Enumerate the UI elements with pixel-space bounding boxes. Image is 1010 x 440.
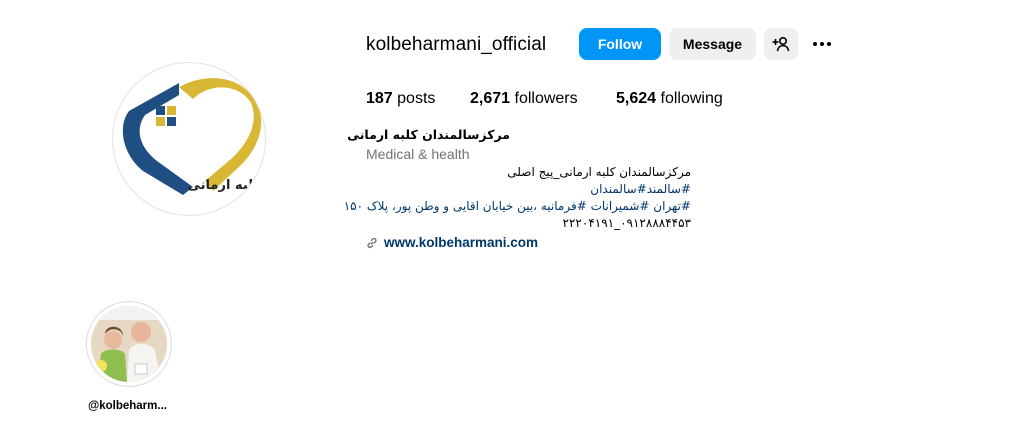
follow-button[interactable]: Follow xyxy=(579,28,661,60)
more-options-icon xyxy=(813,42,817,46)
logo-text: کلبه ارمانی xyxy=(188,178,262,193)
following-label: following xyxy=(660,90,723,107)
bio-address[interactable]: #تهران #شمیرانات #فرمانیه ،بین خیابان اق… xyxy=(344,198,691,215)
link-icon xyxy=(367,237,377,248)
more-options-button[interactable] xyxy=(808,30,836,58)
followers-label: followers xyxy=(514,90,578,107)
message-button[interactable]: Message xyxy=(669,28,756,60)
bio-phone: ۰۹۱۲۸۸۸۴۴۵۳_۲۲۲۰۴۱۹۱ xyxy=(562,216,691,230)
profile-full-name: مرکزسالمندان کلبه ارمانی xyxy=(347,127,510,142)
more-dot xyxy=(820,42,824,46)
elderly-care-photo-icon xyxy=(91,306,167,382)
profile-avatar[interactable]: کلبه ارمانی xyxy=(112,62,266,216)
following-stat[interactable]: 5,624 following xyxy=(616,89,723,109)
more-dot xyxy=(827,42,831,46)
posts-stat: 187 posts xyxy=(366,89,435,109)
highlight-label: @kolbeharm... xyxy=(88,400,167,412)
bio-line: مرکزسالمندان کلبه ارمانی_پیج اصلی xyxy=(507,165,691,179)
posts-count: 187 xyxy=(366,90,393,107)
heart-house-logo-icon: کلبه ارمانی xyxy=(122,78,262,195)
profile-username: kolbeharmani_official xyxy=(366,34,547,55)
profile-category: Medical & health xyxy=(366,146,470,162)
bio-hashtags[interactable]: #سالمند#سالمندان xyxy=(366,181,691,198)
following-count: 5,624 xyxy=(616,90,657,107)
followers-count: 2,671 xyxy=(470,90,511,107)
add-person-icon xyxy=(772,36,790,52)
followers-stat[interactable]: 2,671 followers xyxy=(470,89,578,109)
highlight-cover-image xyxy=(91,306,167,382)
website-url: www.kolbeharmani.com xyxy=(384,235,539,250)
suggest-users-button[interactable] xyxy=(764,28,798,60)
profile-website-link[interactable]: www.kolbeharmani.com xyxy=(366,235,538,250)
profile-bio: مرکزسالمندان کلبه ارمانی_پیج اصلی #سالمن… xyxy=(344,164,691,232)
posts-label: posts xyxy=(397,90,436,107)
story-highlight[interactable] xyxy=(86,301,172,387)
